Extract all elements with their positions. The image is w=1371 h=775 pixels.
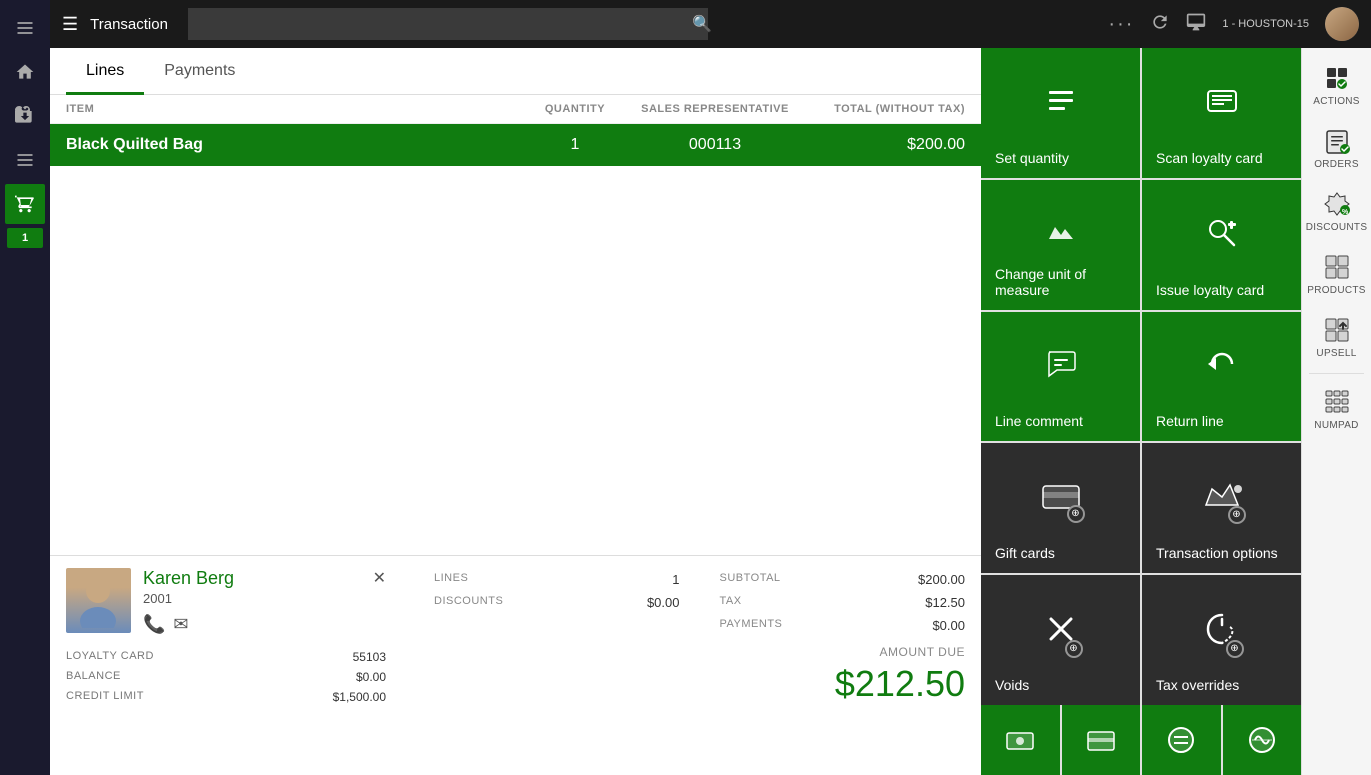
customer-avatar — [66, 568, 131, 633]
action-bar-divider — [1309, 373, 1364, 374]
line-comment-tile[interactable]: Line comment — [981, 312, 1140, 442]
content-area: Lines Payments ITEM QUANTITY SALES REPRE… — [50, 48, 1371, 775]
topbar-menu-icon[interactable]: ☰ — [62, 14, 78, 35]
amount-due-section: AMOUNT DUE $212.50 — [434, 645, 965, 705]
issue-loyalty-card-tile[interactable]: Issue loyalty card — [1142, 180, 1301, 310]
customer-id: 2001 — [143, 591, 234, 606]
table-row[interactable]: Black Quilted Bag 1 000113 $200.00 — [50, 124, 981, 166]
action-bar-actions[interactable]: ACTIONS — [1302, 56, 1371, 115]
action-bar-upsell[interactable]: UPSELL — [1302, 308, 1371, 367]
transaction-area: Lines Payments ITEM QUANTITY SALES REPRE… — [50, 48, 981, 775]
gift-cards-tile[interactable]: ⊕ Gift cards — [981, 443, 1140, 573]
voids-tile[interactable]: ⊕ Voids — [981, 575, 1140, 705]
tab-lines[interactable]: Lines — [66, 48, 144, 95]
action-bar-orders[interactable]: ORDERS — [1302, 119, 1371, 178]
topbar-user-info: 1 - HOUSTON-15 — [1222, 18, 1309, 30]
transaction-options-tile[interactable]: ⊕ Transaction options — [1142, 443, 1301, 573]
customer-info: Karen Berg 2001 📞 ✉ ✕ LOYALTY CARD — [66, 568, 386, 763]
topbar-avatar[interactable] — [1325, 7, 1359, 41]
topbar-search-icon: 🔍 — [692, 14, 712, 34]
summary-panel: LINES 1 DISCOUNTS $0.00 SUBTOTAL $ — [402, 568, 965, 763]
return-line-tile[interactable]: Return line — [1142, 312, 1301, 442]
action-bar: ACTIONS ORDERS % — [1301, 48, 1371, 775]
action-grid: Set quantity Scan loyalty card — [981, 48, 1301, 705]
phone-icon[interactable]: 📞 — [143, 614, 165, 635]
action-bar-discounts[interactable]: % DISCOUNTS — [1302, 182, 1371, 241]
other-payment-button[interactable] — [1223, 705, 1302, 775]
customer-name: Karen Berg — [143, 568, 234, 589]
topbar-monitor-icon[interactable] — [1186, 12, 1206, 37]
change-unit-tile[interactable]: Change unit of measure — [981, 180, 1140, 310]
main-container: ☰ Transaction 🔍 ··· 1 - HOUSTON-15 — [50, 0, 1371, 775]
topbar-refresh-icon[interactable] — [1150, 12, 1170, 37]
topbar-title: Transaction — [90, 16, 168, 33]
sidebar-menu[interactable] — [5, 8, 45, 48]
customer-close-button[interactable]: ✕ — [373, 568, 386, 588]
sidebar-menu2[interactable] — [5, 140, 45, 180]
customer-header: Karen Berg 2001 📞 ✉ ✕ — [66, 568, 386, 635]
set-quantity-tile[interactable]: Set quantity — [981, 48, 1140, 178]
credit-card-button[interactable] — [1062, 705, 1141, 775]
table-header: ITEM QUANTITY SALES REPRESENTATIVE TOTAL… — [50, 95, 981, 124]
right-panel: Set quantity Scan loyalty card — [981, 48, 1301, 775]
action-bar-numpad[interactable]: NUMPAD — [1302, 380, 1371, 439]
sidebar-products[interactable] — [5, 96, 45, 136]
customer-details: LOYALTY CARD 55103 BALANCE $0.00 CREDIT … — [66, 647, 386, 707]
topbar: ☰ Transaction 🔍 ··· 1 - HOUSTON-15 — [50, 0, 1371, 48]
cash-button[interactable] — [981, 705, 1060, 775]
tab-payments[interactable]: Payments — [144, 48, 255, 95]
topbar-right: ··· 1 - HOUSTON-15 — [1108, 7, 1359, 41]
sidebar-cart[interactable] — [5, 184, 45, 224]
scan-loyalty-card-tile[interactable]: Scan loyalty card — [1142, 48, 1301, 178]
sidebar-home[interactable] — [5, 52, 45, 92]
tax-overrides-tile[interactable]: ⊕ Tax overrides — [1142, 575, 1301, 705]
action-bar-products[interactable]: PRODUCTS — [1302, 245, 1371, 304]
svg-text:%: % — [1342, 209, 1349, 216]
cart-badge: 1 — [7, 228, 43, 248]
customer-panel: Karen Berg 2001 📞 ✉ ✕ LOYALTY CARD — [50, 555, 981, 775]
sidebar: 1 — [0, 0, 50, 775]
topbar-search[interactable] — [188, 8, 708, 40]
exact-amount-button[interactable] — [1142, 705, 1221, 775]
bottom-payment-buttons — [981, 705, 1301, 775]
tabs: Lines Payments — [50, 48, 981, 95]
customer-actions: 📞 ✉ — [143, 614, 234, 635]
transaction-table: ITEM QUANTITY SALES REPRESENTATIVE TOTAL… — [50, 95, 981, 555]
topbar-more[interactable]: ··· — [1108, 13, 1134, 36]
email-icon[interactable]: ✉ — [173, 614, 188, 635]
amount-due-value: $212.50 — [434, 663, 965, 705]
